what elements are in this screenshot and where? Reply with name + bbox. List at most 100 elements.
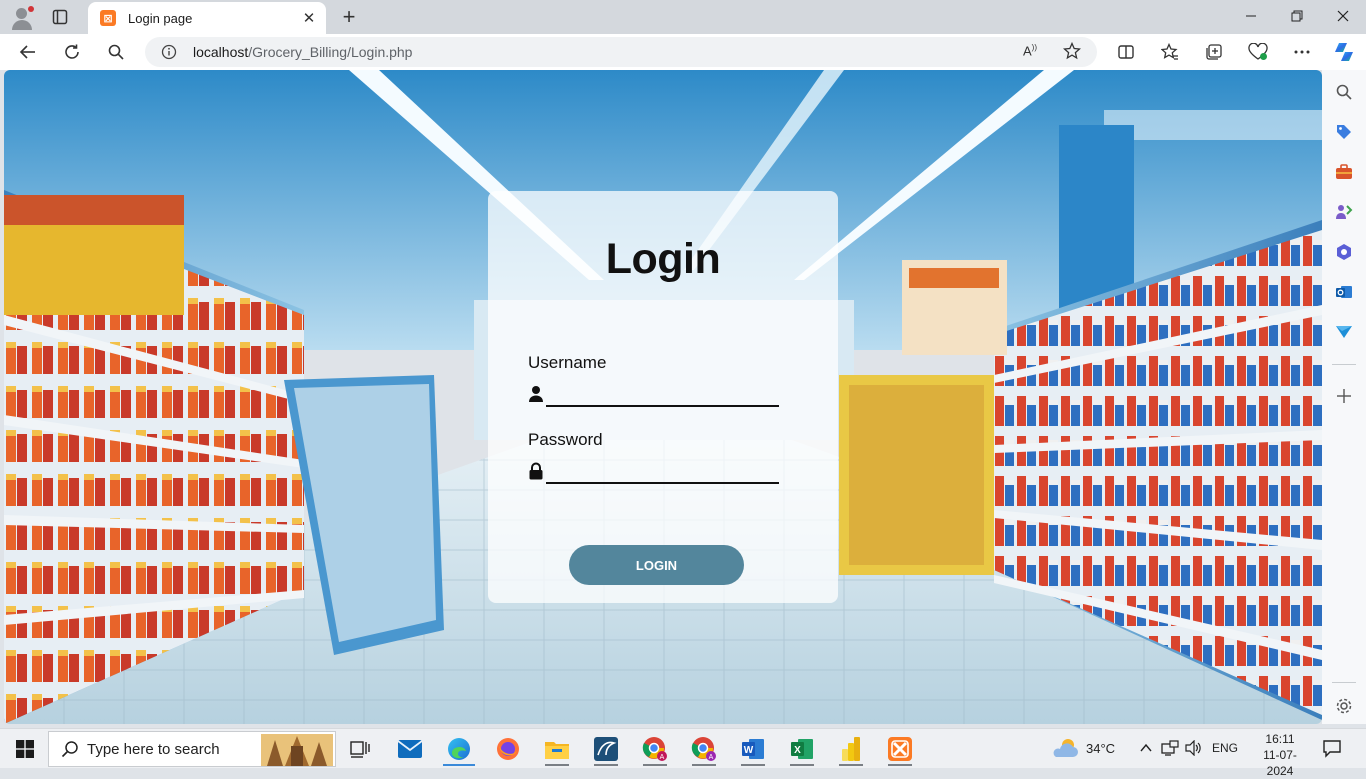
restore-icon: [1291, 10, 1303, 22]
search-icon: [108, 44, 124, 60]
outlook-icon: [1336, 286, 1352, 298]
profile-button[interactable]: [6, 3, 38, 31]
sidebar-drop-button[interactable]: [1330, 318, 1358, 346]
edge-sidebar: [1322, 70, 1366, 724]
tab-close-icon[interactable]: ✕: [300, 9, 318, 27]
drop-icon: [1336, 326, 1352, 338]
network-icon[interactable]: [1161, 740, 1179, 758]
firefox-icon: [497, 738, 519, 760]
mysql-workbench-icon: [594, 737, 618, 761]
volume-icon[interactable]: [1185, 739, 1203, 758]
taskbar-firefox[interactable]: [488, 732, 528, 766]
svg-text:X: X: [794, 745, 801, 756]
shopping-tag-icon: [1337, 125, 1351, 139]
password-row: [528, 458, 779, 484]
back-arrow-icon: [19, 45, 35, 59]
sidebar-outlook-button[interactable]: [1330, 278, 1358, 306]
notification-dot: [28, 6, 34, 12]
taskbar-file-explorer[interactable]: [537, 732, 577, 766]
taskbar-chrome-b[interactable]: A: [684, 732, 724, 766]
address-bar[interactable]: localhost/Grocery_Billing/Login.php A)): [145, 37, 1097, 67]
sidebar-shopping-button[interactable]: [1330, 118, 1358, 146]
taskbar-mail[interactable]: [390, 732, 430, 766]
windows-taskbar: Type here to search A A W X 34°C ENG 16:…: [0, 728, 1366, 778]
login-title: Login: [605, 235, 721, 283]
username-row: [528, 381, 779, 407]
taskbar-excel[interactable]: X: [782, 732, 822, 766]
sidebar-add-button[interactable]: [1330, 382, 1358, 410]
chrome-profile-b-icon: A: [691, 737, 716, 761]
clock-time: 16:11: [1265, 732, 1295, 746]
xampp-favicon-icon: ⊠: [100, 10, 116, 26]
tab-strip: ⊠ Login page ✕ +: [0, 0, 1366, 34]
site-info-icon[interactable]: [161, 44, 177, 60]
password-input[interactable]: [546, 458, 779, 484]
login-button[interactable]: LOGIN: [569, 545, 744, 585]
taskbar-chrome-a[interactable]: A: [635, 732, 675, 766]
login-card: Login Username Password LOGIN: [488, 191, 838, 603]
split-screen-button[interactable]: [1111, 37, 1141, 67]
tab-actions-icon: [52, 9, 68, 25]
taskbar-task-view[interactable]: [340, 732, 380, 766]
power-bi-icon: [842, 737, 860, 761]
sidebar-copilot-hub-button[interactable]: [1330, 238, 1358, 266]
taskbar-xampp[interactable]: [880, 732, 920, 766]
svg-text:W: W: [744, 745, 754, 756]
show-hidden-icons-icon[interactable]: [1139, 741, 1153, 755]
settings-more-button[interactable]: [1287, 37, 1317, 67]
collections-icon: [1206, 44, 1222, 60]
read-aloud-icon[interactable]: A)): [1023, 43, 1043, 61]
split-screen-icon: [1118, 45, 1134, 59]
settings-icon: [1336, 698, 1352, 714]
favorite-star-icon[interactable]: [1062, 41, 1083, 62]
sidebar-search-button[interactable]: [1330, 78, 1358, 106]
taskbar-mysql-workbench[interactable]: [586, 732, 626, 766]
copilot-icon: [1335, 43, 1353, 61]
browser-toolbar: localhost/Grocery_Billing/Login.php A)): [0, 34, 1366, 70]
taskbar-power-bi[interactable]: [831, 732, 871, 766]
browser-tab[interactable]: ⊠ Login page ✕: [88, 2, 326, 34]
weather-icon[interactable]: [1052, 737, 1080, 761]
games-icon: [1336, 205, 1353, 219]
sidebar-games-button[interactable]: [1330, 198, 1358, 226]
search-button[interactable]: [101, 37, 131, 67]
new-tab-button[interactable]: +: [336, 4, 362, 30]
copilot-button[interactable]: [1329, 37, 1359, 67]
sidebar-tools-button[interactable]: [1330, 158, 1358, 186]
clock-date: 11-07-2024: [1263, 748, 1297, 778]
search-icon: [61, 741, 78, 758]
weather-temperature[interactable]: 34°C: [1086, 741, 1115, 756]
copilot-hub-icon: [1337, 244, 1351, 260]
system-clock[interactable]: 16:11 11-07-2024: [1252, 731, 1308, 778]
taskbar-word[interactable]: W: [733, 732, 773, 766]
lock-icon: [529, 462, 543, 480]
start-button[interactable]: [8, 733, 42, 765]
close-window-button[interactable]: [1320, 0, 1366, 32]
collections-button[interactable]: [1199, 37, 1229, 67]
back-button[interactable]: [13, 37, 43, 67]
search-highlight-art-icon: [261, 734, 333, 766]
refresh-button[interactable]: [57, 37, 87, 67]
tab-title: Login page: [128, 10, 193, 26]
add-icon: [1337, 389, 1351, 403]
taskbar-edge[interactable]: [439, 732, 479, 766]
favorites-button[interactable]: [1155, 37, 1185, 67]
refresh-icon: [65, 44, 79, 59]
minimize-icon: [1246, 15, 1256, 17]
minimize-button[interactable]: [1228, 0, 1274, 32]
notification-center-icon[interactable]: [1322, 738, 1344, 760]
task-view-icon: [350, 741, 370, 758]
more-dots-icon: [1294, 50, 1310, 54]
excel-icon: X: [791, 739, 813, 759]
url-text[interactable]: localhost/Grocery_Billing/Login.php: [193, 44, 412, 60]
input-language[interactable]: ENG: [1212, 741, 1238, 755]
file-explorer-icon: [545, 742, 569, 759]
taskbar-search-box[interactable]: Type here to search: [48, 731, 336, 767]
search-icon: [1336, 84, 1352, 100]
browser-essentials-button[interactable]: [1243, 37, 1273, 67]
sidebar-settings-button[interactable]: [1330, 692, 1358, 720]
tab-actions-button[interactable]: [46, 4, 74, 30]
restore-button[interactable]: [1274, 0, 1320, 32]
user-icon: [529, 386, 543, 402]
username-input[interactable]: [546, 381, 779, 407]
